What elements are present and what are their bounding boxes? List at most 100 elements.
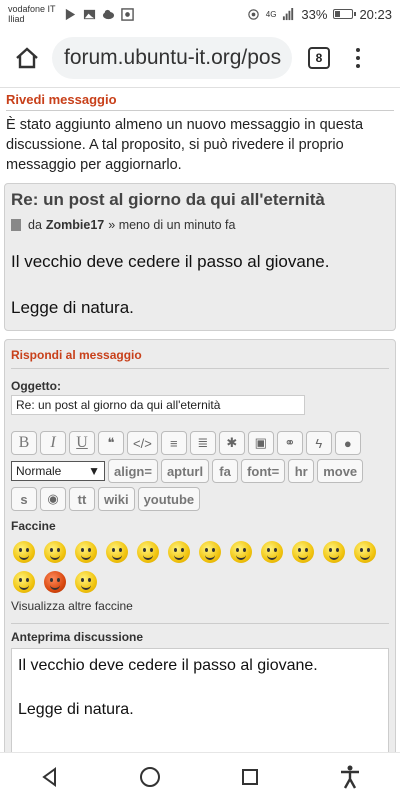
spoiler-button[interactable]: ◉ [40,487,66,511]
tab-count: 8 [315,50,323,65]
smileys-grid [11,541,389,593]
home-icon [16,46,38,68]
post-author[interactable]: Zombie17 [46,218,104,232]
network-type: 4G [265,9,277,19]
move-button[interactable]: move [317,459,364,483]
menu-dot-icon [356,55,360,60]
post-by-prefix: da [28,218,42,232]
list-button[interactable]: ≡ [160,431,187,455]
home-nav-button[interactable] [130,757,170,797]
smiley-icon[interactable] [75,541,97,563]
smiley-icon[interactable] [292,541,314,563]
font-button[interactable]: font= [241,459,286,483]
post-body: Il vecchio deve cedere il passo al giova… [11,250,389,320]
preview-paragraph: Legge di natura. [18,701,134,718]
image-icon [83,9,96,19]
wiki-button[interactable]: wiki [98,487,135,511]
bold-button[interactable]: B [11,431,37,455]
back-icon [42,766,56,787]
review-text: È stato aggiunto almeno un nuovo messagg… [6,117,364,173]
smiley-icon[interactable] [44,571,66,593]
tt-button[interactable]: tt [69,487,95,511]
play-icon [65,8,76,20]
screenshot-icon [121,7,134,21]
accessibility-icon [341,765,359,789]
battery-icon [333,9,357,19]
hotspot-icon [248,8,259,20]
post-time: » meno di un minuto fa [108,218,236,232]
accessibility-button[interactable] [330,757,370,797]
smiley-icon[interactable] [168,541,190,563]
tab-switcher-button[interactable]: 8 [308,46,330,69]
smiley-icon[interactable] [13,541,35,563]
list-item-button[interactable]: ✱ [218,431,245,455]
review-notice: Rivedi messaggio È stato aggiunto almeno… [0,88,400,175]
url-bar[interactable]: forum.ubuntu-it.org/pos [52,36,292,79]
subject-input[interactable] [11,395,305,415]
system-navbar [0,752,400,800]
smiley-icon[interactable] [354,541,376,563]
color-button[interactable]: ● [334,431,361,455]
more-smileys-link[interactable]: Visualizza altre faccine [11,599,389,613]
smiley-icon[interactable] [199,541,221,563]
preview-paragraph: Il vecchio deve cedere il passo al giova… [18,657,318,674]
smiley-icon[interactable] [261,541,283,563]
smiley-icon[interactable] [230,541,252,563]
battery-fill [335,11,341,17]
smiley-icon[interactable] [13,571,35,593]
dropdown-arrow-icon: ▼ [88,464,100,478]
fa-button[interactable]: fa [212,459,239,483]
post-meta: da Zombie17 » meno di un minuto fa [11,218,389,232]
browser-toolbar: forum.ubuntu-it.org/pos 8 [0,28,400,88]
image-button[interactable]: ▣ [247,431,274,455]
reply-title: Rispondi al messaggio [11,348,389,369]
clock: 20:23 [359,6,392,22]
url-text: forum.ubuntu-it.org/pos [64,45,282,69]
font-size-value: Normale [16,464,62,478]
preview-box: Il vecchio deve cedere il passo al giova… [11,648,389,752]
flash-button[interactable]: ϟ [305,431,332,455]
menu-dot-icon [356,47,360,52]
smiley-icon[interactable] [44,541,66,563]
post-title[interactable]: Re: un post al giorno da qui all'eternit… [11,190,389,210]
apturl-button[interactable]: apturl [160,459,210,483]
review-title: Rivedi messaggio [6,92,394,111]
post-paragraph: Il vecchio deve cedere il passo al giova… [11,252,330,271]
font-size-select[interactable]: Normale ▼ [11,461,105,481]
preview-label: Anteprima discussione [11,623,389,644]
post-paragraph: Legge di natura. [11,298,134,317]
italic-button[interactable]: I [40,431,66,455]
recents-button[interactable] [230,757,270,797]
back-button[interactable] [30,757,70,797]
smiley-icon[interactable] [75,571,97,593]
code-button[interactable]: </> [127,431,158,455]
numbered-list-button[interactable]: ≣ [189,431,216,455]
quote-button[interactable]: ❝ [98,431,124,455]
browser-menu-button[interactable] [348,43,368,73]
subject-label: Oggetto: [11,379,61,393]
status-right: 4G 33% 20:23 [247,7,392,22]
notification-icons [64,7,134,21]
status-bar: vodafone IT Iliad 4G 33% 20:23 [0,0,400,28]
hr-button[interactable]: hr [288,459,315,483]
menu-dot-icon [356,63,360,68]
link-button[interactable]: ⚭ [276,431,303,455]
page-content: Rivedi messaggio È stato aggiunto almeno… [0,88,400,752]
align-button[interactable]: align= [108,459,158,483]
underline-button[interactable]: U [69,431,95,455]
cloud-icon [102,9,115,19]
post-preview: Re: un post al giorno da qui all'eternit… [4,183,396,331]
post-icon [11,219,21,231]
smiley-icon[interactable] [137,541,159,563]
battery-percent: 33% [301,6,328,22]
bbcode-toolbar: B I U ❝ </> ≡ ≣ ✱ ▣ ⚭ ϟ ● Normale ▼ alig… [11,431,389,511]
signal-icon [283,7,294,20]
home-button[interactable] [10,41,44,75]
s-button[interactable]: s [11,487,37,511]
smiley-icon[interactable] [106,541,128,563]
smiley-icon[interactable] [323,541,345,563]
carrier-line-1: vodafone IT [8,4,56,14]
carrier-info: vodafone IT Iliad [8,4,60,24]
youtube-button[interactable]: youtube [137,487,201,511]
reply-panel: Rispondi al messaggio Oggetto: B I U ❝ <… [4,339,396,752]
